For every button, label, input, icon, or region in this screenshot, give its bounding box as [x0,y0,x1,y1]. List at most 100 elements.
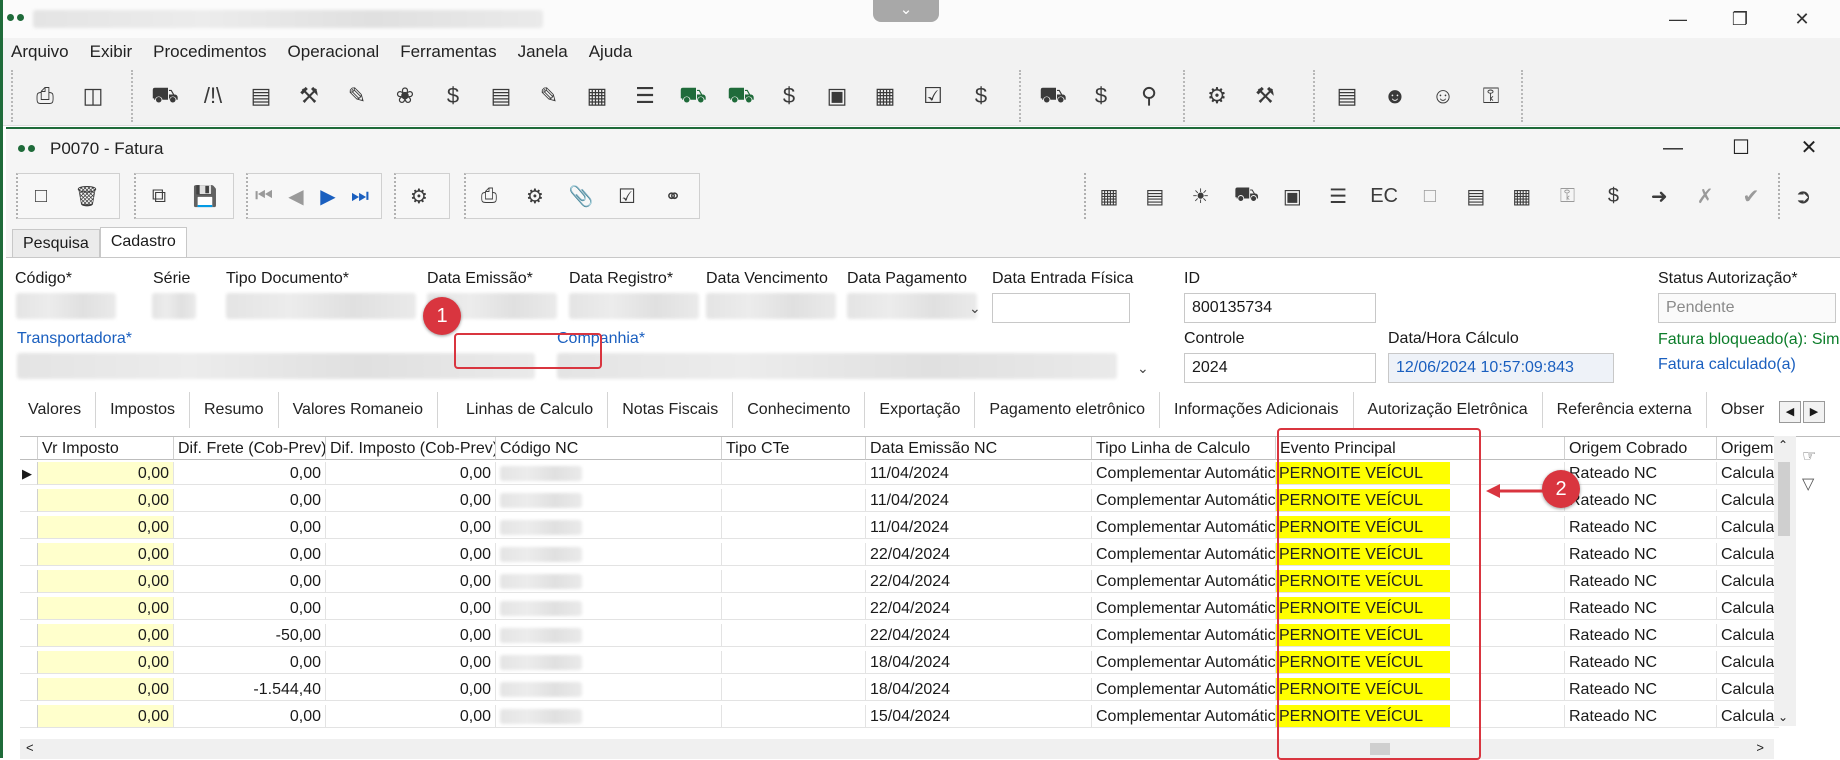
cell-data-emissao-nc[interactable]: 22/04/2024 [866,624,1092,647]
copy-document-icon[interactable]: ⧉ [136,176,182,216]
cell-dif-imposto[interactable]: 0,00 [326,705,496,728]
lightbulb-icon[interactable]: ☀ [1178,176,1224,216]
cell-origem-cobrado[interactable]: Rateado NC [1565,624,1717,647]
cell-origem-cobrado[interactable]: Rateado NC [1565,516,1717,539]
money-bag-icon[interactable]: $ [765,76,813,116]
last-record-icon[interactable]: ⏭ [344,176,376,216]
table-row[interactable]: 0,00 -1.544,40 0,00 18/04/2024 Complementar … [20,678,1779,701]
disabled-action-icon[interactable]: ✗ [1682,176,1728,216]
cell-dif-frete[interactable]: 0,00 [174,651,326,674]
table-row[interactable]: 0,00 -50,00 0,00 22/04/2024 Complementar Aut… [20,624,1779,647]
scrollbar-thumb[interactable] [1778,462,1790,536]
cell-vr-imposto[interactable]: 0,00 [38,651,174,674]
tab-valores[interactable]: Valores [14,392,97,428]
cell-tipo-cte[interactable] [722,651,866,674]
cell-tipo-cte[interactable] [722,570,866,593]
cell-origem-cobrado[interactable]: Rateado NC [1565,543,1717,566]
cell-data-emissao-nc[interactable]: 18/04/2024 [866,651,1092,674]
tab-scroll-left-icon[interactable]: ◀ [1779,401,1801,423]
link-icon[interactable]: ⚭ [650,176,696,216]
tab-valores-romaneio[interactable]: Valores Romaneio [279,392,438,428]
cell-origem[interactable]: Calcula [1717,543,1779,566]
filter-icon[interactable]: ▽ [1802,474,1816,494]
print-icon[interactable]: ⎙ [466,176,512,216]
tab-exportacao[interactable]: Exportação [865,392,976,428]
controle-field[interactable]: 2024 [1184,353,1376,383]
cell-tipo-cte[interactable] [722,624,866,647]
cell-codigo-nc[interactable] [496,678,722,701]
cell-dif-imposto[interactable]: 0,00 [326,651,496,674]
cell-tipo-cte[interactable] [722,678,866,701]
cell-tipo-cte[interactable] [722,597,866,620]
spreadsheet-icon[interactable]: ▦ [861,76,909,116]
chevron-down-icon[interactable]: ⌄ [873,0,939,22]
cell-tipo-cte[interactable] [722,462,866,485]
menu-operacional[interactable]: Operacional [288,38,391,66]
cell-origem[interactable]: Calcula [1717,624,1779,647]
calendar-money-icon[interactable]: ▦ [573,76,621,116]
chevron-down-icon[interactable]: ⌄ [1137,360,1149,377]
cell-codigo-nc[interactable] [496,516,722,539]
cell-origem[interactable]: Calcula [1717,570,1779,593]
approve-icon[interactable]: ✔ [1728,176,1774,216]
list-doc-icon[interactable]: ☰ [621,76,669,116]
cell-data-emissao-nc[interactable]: 18/04/2024 [866,678,1092,701]
new-document-icon[interactable]: □ [18,176,64,216]
box-check-icon[interactable]: ☑ [909,76,957,116]
cell-origem[interactable]: Calcula [1717,705,1779,728]
cell-dif-imposto[interactable]: 0,00 [326,462,496,485]
cell-vr-imposto[interactable]: 0,00 [38,516,174,539]
cell-origem[interactable]: Calcula [1717,651,1779,674]
tab-notas-fiscais[interactable]: Notas Fiscais [608,392,734,428]
serie-field[interactable] [152,293,196,319]
document-icon[interactable]: ▤ [477,76,525,116]
cell-codigo-nc[interactable] [496,651,722,674]
cell-dif-imposto[interactable]: 0,00 [326,570,496,593]
cell-origem[interactable]: Calcula [1717,462,1779,485]
settings-icon[interactable]: ⚙ [512,176,558,216]
cell-origem-cobrado[interactable]: Rateado NC [1565,705,1717,728]
menu-procedimentos[interactable]: Procedimentos [153,38,277,66]
cell-dif-frete[interactable]: 0,00 [174,543,326,566]
cell-data-emissao-nc[interactable]: 11/04/2024 [866,516,1092,539]
data-registro-field[interactable] [569,293,699,319]
cell-codigo-nc[interactable] [496,489,722,512]
col-vr-imposto[interactable]: Vr Imposto [38,437,174,460]
cell-tipo-linha[interactable]: Complementar Automátic [1092,624,1276,647]
window-close-button[interactable]: ✕ [1775,129,1840,167]
data-pagamento-field[interactable] [847,293,977,319]
table-row[interactable]: 0,00 0,00 0,00 22/04/2024 Complementar Autom… [20,570,1779,593]
next-record-icon[interactable]: ▶ [312,176,344,216]
ticket-icon[interactable]: ▣ [1269,176,1315,216]
tab-scroll-right-icon[interactable]: ▶ [1803,401,1825,423]
cell-dif-imposto[interactable]: 0,00 [326,516,496,539]
dollar-doc-icon[interactable]: $ [957,76,1005,116]
building-icon[interactable]: ▤ [1323,76,1371,116]
column-chooser-icon[interactable]: ☞ [1802,446,1816,466]
tab-conhecimento[interactable]: Conhecimento [733,392,866,428]
forklift-doc-icon[interactable]: ⛟ [1224,176,1270,216]
col-codigo-nc[interactable]: Código NC [496,437,722,460]
grid-vertical-scrollbar[interactable]: ⌃ ⌄ [1774,436,1796,726]
first-record-icon[interactable]: ⏮ [248,176,280,216]
cell-origem[interactable]: Calcula [1717,489,1779,512]
cell-dif-imposto[interactable]: 0,00 [326,624,496,647]
chevron-down-icon[interactable]: ⌄ [969,300,981,317]
scroll-up-icon[interactable]: ⌃ [1778,438,1788,452]
user-key-icon[interactable]: ⚿ [1467,76,1515,116]
tab-impostos[interactable]: Impostos [96,392,190,428]
cell-codigo-nc[interactable] [496,705,722,728]
cell-dif-frete[interactable]: 0,00 [174,516,326,539]
report-icon[interactable]: ☰ [1315,176,1361,216]
codigo-field[interactable] [16,293,116,319]
cell-dif-frete[interactable]: -50,00 [174,624,326,647]
cell-tipo-cte[interactable] [722,543,866,566]
map-pin-icon[interactable]: ⚲ [1125,76,1173,116]
invoice-icon[interactable]: ▤ [237,76,285,116]
grid-horizontal-scrollbar[interactable]: < > [20,739,1774,759]
cell-vr-imposto[interactable]: 0,00 [38,678,174,701]
tab-resumo[interactable]: Resumo [190,392,279,428]
tax-doc-icon[interactable]: $ [1077,76,1125,116]
tab-linhas-de-calculo[interactable]: Linhas de Calculo [452,392,609,428]
data-hora-field[interactable]: 12/06/2024 10:57:09:843 [1388,353,1614,383]
